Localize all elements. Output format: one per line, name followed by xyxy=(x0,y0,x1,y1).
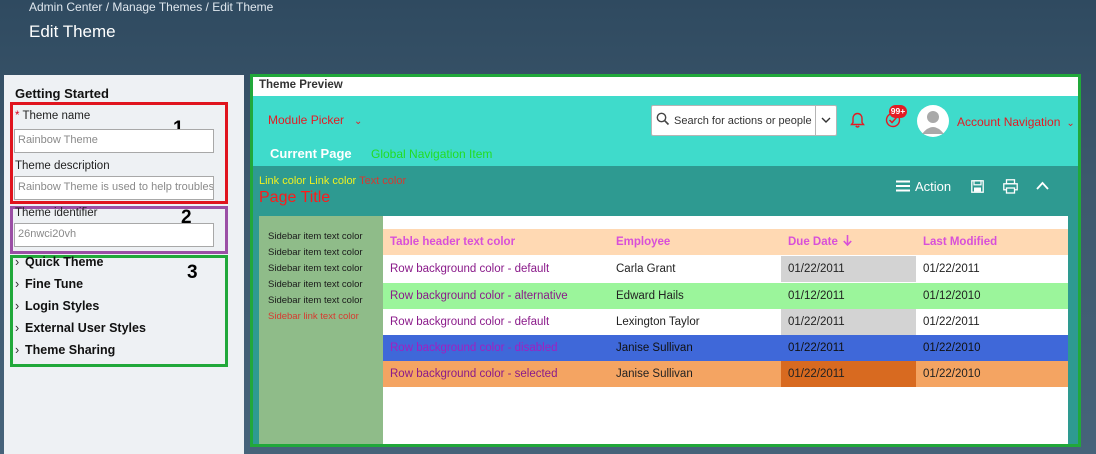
print-icon[interactable] xyxy=(1003,179,1018,194)
last-modified-cell: 01/22/2011 xyxy=(923,316,980,328)
breadcrumb[interactable]: Admin Center / Manage Themes / Edit Them… xyxy=(29,0,273,14)
search-icon xyxy=(656,112,670,126)
chevron-up-icon[interactable] xyxy=(1036,181,1049,191)
table-header-row: Table header text color Employee Due Dat… xyxy=(383,229,1068,255)
chevron-right-icon: › xyxy=(15,255,20,269)
row-color-label: Row background color - default xyxy=(390,316,550,328)
current-page-tab[interactable]: Current Page xyxy=(270,146,352,161)
getting-started-heading: Getting Started xyxy=(15,86,109,101)
chevron-down-icon: ⌄ xyxy=(354,116,363,127)
chevron-right-icon: › xyxy=(15,343,20,357)
table-row[interactable]: Row background color - alternative Edwar… xyxy=(383,283,1068,309)
employee-cell: Carla Grant xyxy=(616,263,676,275)
due-date-cell: 01/12/2011 xyxy=(788,290,845,302)
link-color-row: Link color Link color Text color xyxy=(259,175,406,187)
last-modified-cell: 01/12/2010 xyxy=(923,290,981,302)
account-navigation[interactable]: Account Navigation ⌄ xyxy=(957,115,1075,129)
text-color-sample: Text color xyxy=(359,175,407,187)
table-row-disabled: Row background color - disabled Janise S… xyxy=(383,335,1068,361)
notification-badge: 99+ xyxy=(889,105,907,118)
last-modified-cell: 01/22/2010 xyxy=(923,368,981,380)
callout-number-3: 3 xyxy=(187,262,198,283)
sidebar-link[interactable]: Sidebar link text color xyxy=(268,311,359,322)
search-placeholder: Search for actions or people xyxy=(674,115,812,127)
link-color-sample-2[interactable]: Link color xyxy=(309,175,356,187)
module-picker[interactable]: Module Picker ⌄ xyxy=(268,113,362,127)
employee-cell: Edward Hails xyxy=(616,290,684,302)
arrow-down-icon xyxy=(843,235,852,247)
chevron-right-icon: › xyxy=(15,277,20,291)
sidebar-item[interactable]: Sidebar item text color xyxy=(268,263,363,274)
theme-identifier-input[interactable]: 26nwci20vh xyxy=(14,223,214,247)
save-icon[interactable] xyxy=(971,180,984,193)
due-date-cell: 01/22/2011 xyxy=(781,361,916,387)
column-header-employee[interactable]: Employee xyxy=(609,229,781,255)
row-color-label: Row background color - selected xyxy=(390,368,558,380)
theme-name-label: * Theme name xyxy=(15,110,90,122)
theme-preview-label: Theme Preview xyxy=(259,79,343,91)
sidebar-item[interactable]: Sidebar item text color xyxy=(268,279,363,290)
search-divider xyxy=(815,106,816,135)
column-header-due-date[interactable]: Due Date xyxy=(781,229,916,255)
table-row-selected[interactable]: Row background color - selected Janise S… xyxy=(383,361,1068,387)
theme-description-label: Theme description xyxy=(15,160,110,172)
page-title: Edit Theme xyxy=(29,22,116,41)
row-color-label: Row background color - alternative xyxy=(390,290,568,302)
avatar[interactable] xyxy=(917,105,949,137)
action-button[interactable]: Action xyxy=(915,179,951,194)
due-date-cell: 01/22/2011 xyxy=(781,256,916,282)
employee-cell: Lexington Taylor xyxy=(616,316,700,328)
sidebar-item[interactable]: Sidebar item text color xyxy=(268,295,363,306)
column-header-last-modified[interactable]: Last Modified xyxy=(916,229,1068,255)
sidebar-item[interactable]: Sidebar item text color xyxy=(268,247,363,258)
row-color-label: Row background color - disabled xyxy=(390,342,558,354)
accordion-quick-theme[interactable]: › Quick Theme xyxy=(15,255,104,269)
last-modified-cell: 01/22/2010 xyxy=(923,342,981,354)
accordion-login-styles[interactable]: › Login Styles xyxy=(15,299,99,313)
accordion-theme-sharing[interactable]: › Theme Sharing xyxy=(15,343,115,357)
menu-icon[interactable] xyxy=(896,180,910,192)
sidebar-item[interactable]: Sidebar item text color xyxy=(268,231,363,242)
employee-cell: Janise Sullivan xyxy=(616,342,693,354)
row-color-label: Row background color - default xyxy=(390,263,550,275)
theme-name-label-text: Theme name xyxy=(22,110,91,122)
accordion-external-user-styles[interactable]: › External User Styles xyxy=(15,321,146,335)
theme-name-input[interactable]: Rainbow Theme xyxy=(14,129,214,153)
due-date-cell: 01/22/2011 xyxy=(781,309,916,335)
last-modified-cell: 01/22/2011 xyxy=(923,263,980,275)
accordion-fine-tune[interactable]: › Fine Tune xyxy=(15,277,83,291)
required-mark: * xyxy=(15,110,20,122)
bell-icon[interactable] xyxy=(850,112,865,129)
chevron-down-icon: ⌄ xyxy=(1066,118,1075,129)
employee-cell: Janise Sullivan xyxy=(616,368,693,380)
chevron-right-icon: › xyxy=(15,299,20,313)
global-navigation-item[interactable]: Global Navigation Item xyxy=(371,147,492,161)
chevron-right-icon: › xyxy=(15,321,20,335)
table-row[interactable]: Row background color - default Carla Gra… xyxy=(383,256,1068,282)
table-row[interactable]: Row background color - default Lexington… xyxy=(383,309,1068,335)
due-date-cell: 01/22/2011 xyxy=(788,342,845,354)
preview-page-title: Page Title xyxy=(259,189,331,206)
column-header-table[interactable]: Table header text color xyxy=(383,229,609,255)
link-color-sample-1[interactable]: Link color xyxy=(259,175,306,187)
theme-description-input[interactable]: Rainbow Theme is used to help troublesho… xyxy=(14,176,214,200)
theme-identifier-label: Theme identifier xyxy=(15,207,98,219)
search-dropdown-chevron-icon[interactable] xyxy=(821,115,831,125)
